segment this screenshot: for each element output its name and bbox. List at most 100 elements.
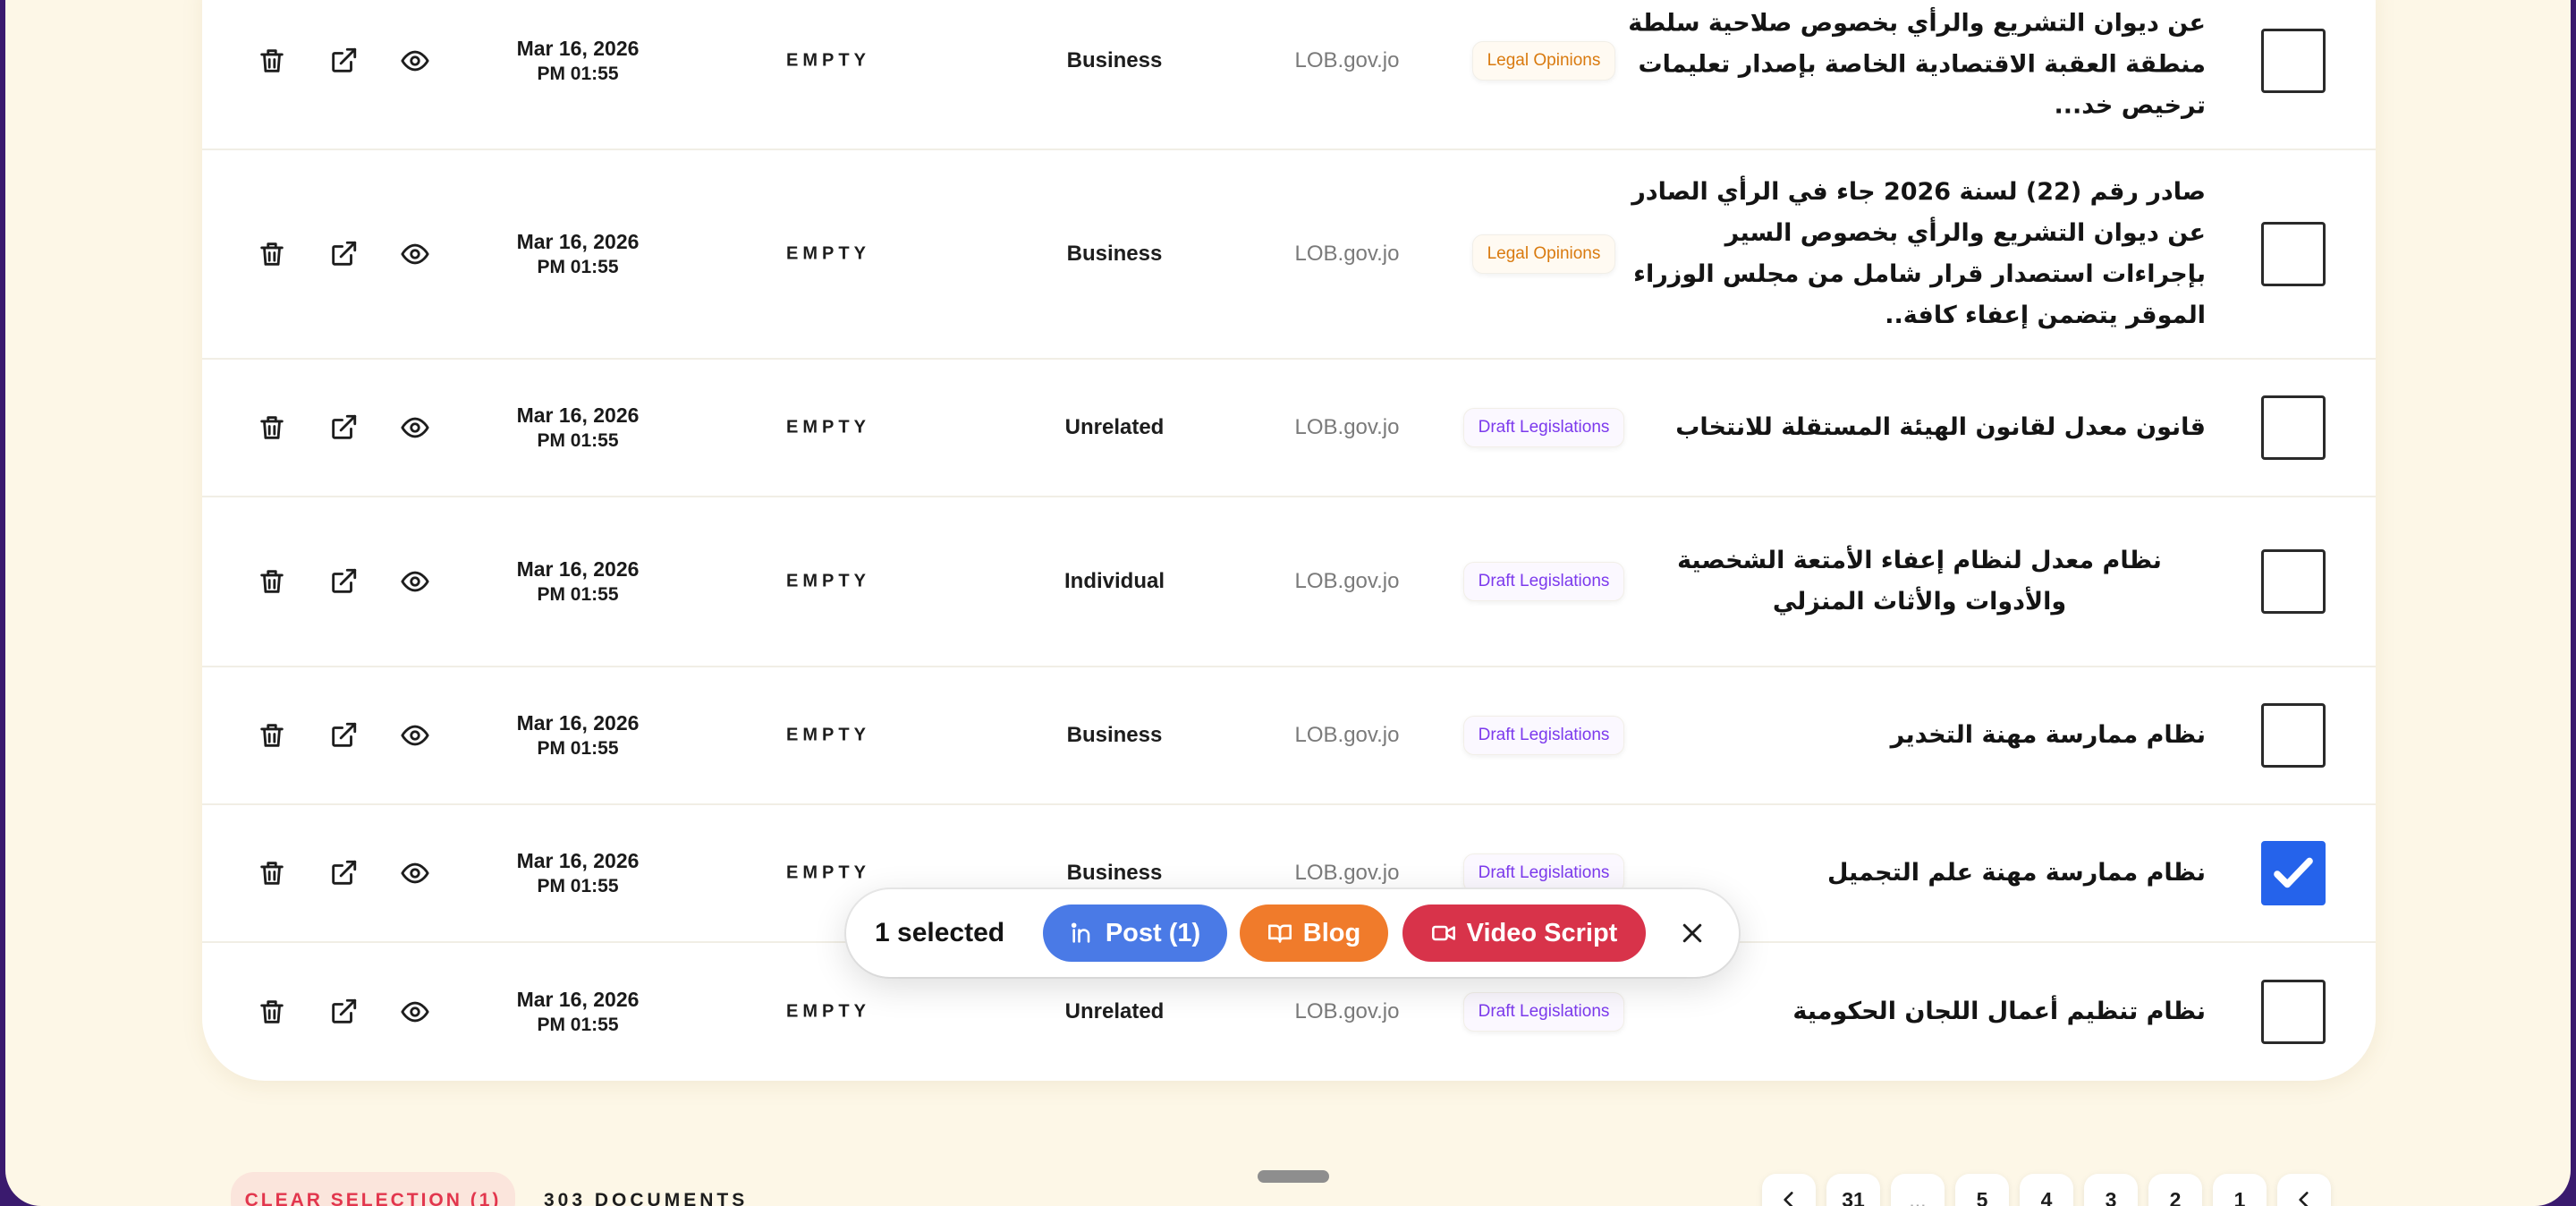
view-button[interactable] <box>395 41 435 81</box>
date-cell: Mar 16, 2026 PM 01:55 <box>470 986 685 1038</box>
status-text: EMPTY <box>786 862 870 883</box>
source-text: LOB.gov.jo <box>1294 999 1400 1023</box>
time-text: PM 01:55 <box>537 430 619 451</box>
status-text: EMPTY <box>786 417 870 437</box>
open-external-button[interactable] <box>324 562 363 601</box>
category-label: Draft Legislations <box>1462 408 1625 447</box>
row-checkbox[interactable] <box>2261 841 2326 905</box>
video-script-button-label: Video Script <box>1466 918 1618 947</box>
linkedin-icon <box>1071 922 1090 943</box>
view-button[interactable] <box>395 562 435 601</box>
view-button[interactable] <box>395 408 435 447</box>
source-text: LOB.gov.jo <box>1294 415 1400 439</box>
category-label: Draft Legislations <box>1462 562 1625 601</box>
open-external-button[interactable] <box>324 41 363 81</box>
drag-handle[interactable] <box>1258 1170 1329 1183</box>
selected-count: 1 selected <box>875 918 1005 947</box>
date-text: Mar 16, 2026 <box>516 988 640 1011</box>
page-button[interactable]: 2 <box>2148 1174 2202 1206</box>
date-cell: Mar 16, 2026 PM 01:55 <box>470 847 685 899</box>
external-link-icon <box>332 998 357 1023</box>
document-title[interactable]: نظام ممارسة مهنة علم التجميل <box>1615 853 2206 894</box>
clear-selection-button[interactable]: CLEAR SELECTION (1) <box>231 1172 515 1206</box>
delete-button[interactable] <box>252 854 292 893</box>
delete-button[interactable] <box>252 716 292 755</box>
next-page-button[interactable] <box>2277 1174 2331 1206</box>
trash-icon <box>260 242 284 266</box>
source-text: LOB.gov.jo <box>1294 861 1400 885</box>
page-button[interactable]: 4 <box>2020 1174 2073 1206</box>
selection-action-bar: 1 selected Post (1) Blog Video Script <box>846 889 1739 977</box>
delete-button[interactable] <box>252 41 292 81</box>
trash-icon <box>260 724 284 747</box>
date-text: Mar 16, 2026 <box>516 230 640 253</box>
audience-text: Business <box>1066 48 1163 72</box>
row-checkbox[interactable] <box>2261 703 2326 768</box>
row-checkbox[interactable] <box>2261 395 2326 460</box>
chevron-left-icon <box>1784 1192 1793 1206</box>
document-title[interactable]: قانون معدل لقانون الهيئة المستقلة للانتخ… <box>1615 407 2206 448</box>
trash-icon <box>260 49 284 72</box>
category-label: Draft Legislations <box>1462 854 1625 893</box>
page-button[interactable]: 1 <box>2213 1174 2267 1206</box>
date-cell: Mar 16, 2026 PM 01:55 <box>470 228 685 280</box>
post-button[interactable]: Post (1) <box>1043 904 1227 962</box>
delete-button[interactable] <box>252 408 292 447</box>
row-checkbox[interactable] <box>2261 222 2326 286</box>
source-text: LOB.gov.jo <box>1294 48 1400 72</box>
document-title[interactable]: نظام ممارسة مهنة التخدير <box>1615 715 2206 756</box>
view-button[interactable] <box>395 854 435 893</box>
eye-icon <box>401 243 429 265</box>
book-open-icon <box>1267 924 1292 943</box>
view-button[interactable] <box>395 992 435 1032</box>
row-checkbox[interactable] <box>2261 29 2326 93</box>
audience-text: Business <box>1066 723 1163 747</box>
audience-text: Individual <box>1063 569 1165 593</box>
document-title[interactable]: صادر رقم (17) لسنة 2026 جاء في الرأي الص… <box>1615 0 2206 127</box>
delete-button[interactable] <box>252 562 292 601</box>
view-button[interactable] <box>395 716 435 755</box>
eye-icon <box>401 1001 429 1023</box>
time-text: PM 01:55 <box>537 738 619 759</box>
document-title[interactable]: نظام معدل لنظام إعفاء الأمتعة الشخصية وا… <box>1669 540 2170 623</box>
source-text: LOB.gov.jo <box>1294 242 1400 266</box>
open-external-button[interactable] <box>324 408 363 447</box>
trash-icon <box>260 570 284 593</box>
date-text: Mar 16, 2026 <box>516 37 640 60</box>
blog-button-label: Blog <box>1302 918 1361 947</box>
page-button[interactable]: 3 <box>2084 1174 2138 1206</box>
date-cell: Mar 16, 2026 PM 01:55 <box>470 402 685 454</box>
video-script-button[interactable]: Video Script <box>1402 904 1646 962</box>
delete-button[interactable] <box>252 234 292 274</box>
open-external-button[interactable] <box>324 716 363 755</box>
delete-button[interactable] <box>252 992 292 1032</box>
eye-icon <box>401 50 429 72</box>
open-external-button[interactable] <box>324 234 363 274</box>
external-link-icon <box>332 414 357 439</box>
row-checkbox[interactable] <box>2261 980 2326 1044</box>
category-label: Legal Opinions <box>1471 41 1616 81</box>
close-selection-button[interactable] <box>1674 915 1710 951</box>
external-link-icon <box>332 860 357 885</box>
table-row: Mar 16, 2026 PM 01:55 EMPTY Individual L… <box>202 497 2376 667</box>
time-text: PM 01:55 <box>537 876 619 896</box>
page-button[interactable]: 5 <box>1955 1174 2009 1206</box>
audience-text: Unrelated <box>1064 999 1165 1023</box>
document-title[interactable]: صادر رقم (22) لسنة 2026 جاء في الرأي الص… <box>1615 172 2206 336</box>
page: Mar 16, 2026 PM 01:55 EMPTY Business LOB… <box>5 0 2571 1206</box>
status-text: EMPTY <box>786 725 870 745</box>
video-icon <box>1431 925 1455 941</box>
document-title[interactable]: نظام تنظيم أعمال اللجان الحكومية <box>1615 991 2206 1032</box>
category-label: Draft Legislations <box>1462 716 1625 755</box>
blog-button[interactable]: Blog <box>1240 904 1388 962</box>
open-external-button[interactable] <box>324 854 363 893</box>
view-button[interactable] <box>395 234 435 274</box>
external-link-icon <box>332 568 357 593</box>
audience-text: Business <box>1066 242 1163 266</box>
open-external-button[interactable] <box>324 992 363 1032</box>
page-button[interactable]: 31 <box>1826 1174 1880 1206</box>
status-text: EMPTY <box>786 571 870 591</box>
category-badge: Draft Legislations <box>1436 562 1651 601</box>
prev-page-button[interactable] <box>1762 1174 1816 1206</box>
row-checkbox[interactable] <box>2261 549 2326 614</box>
